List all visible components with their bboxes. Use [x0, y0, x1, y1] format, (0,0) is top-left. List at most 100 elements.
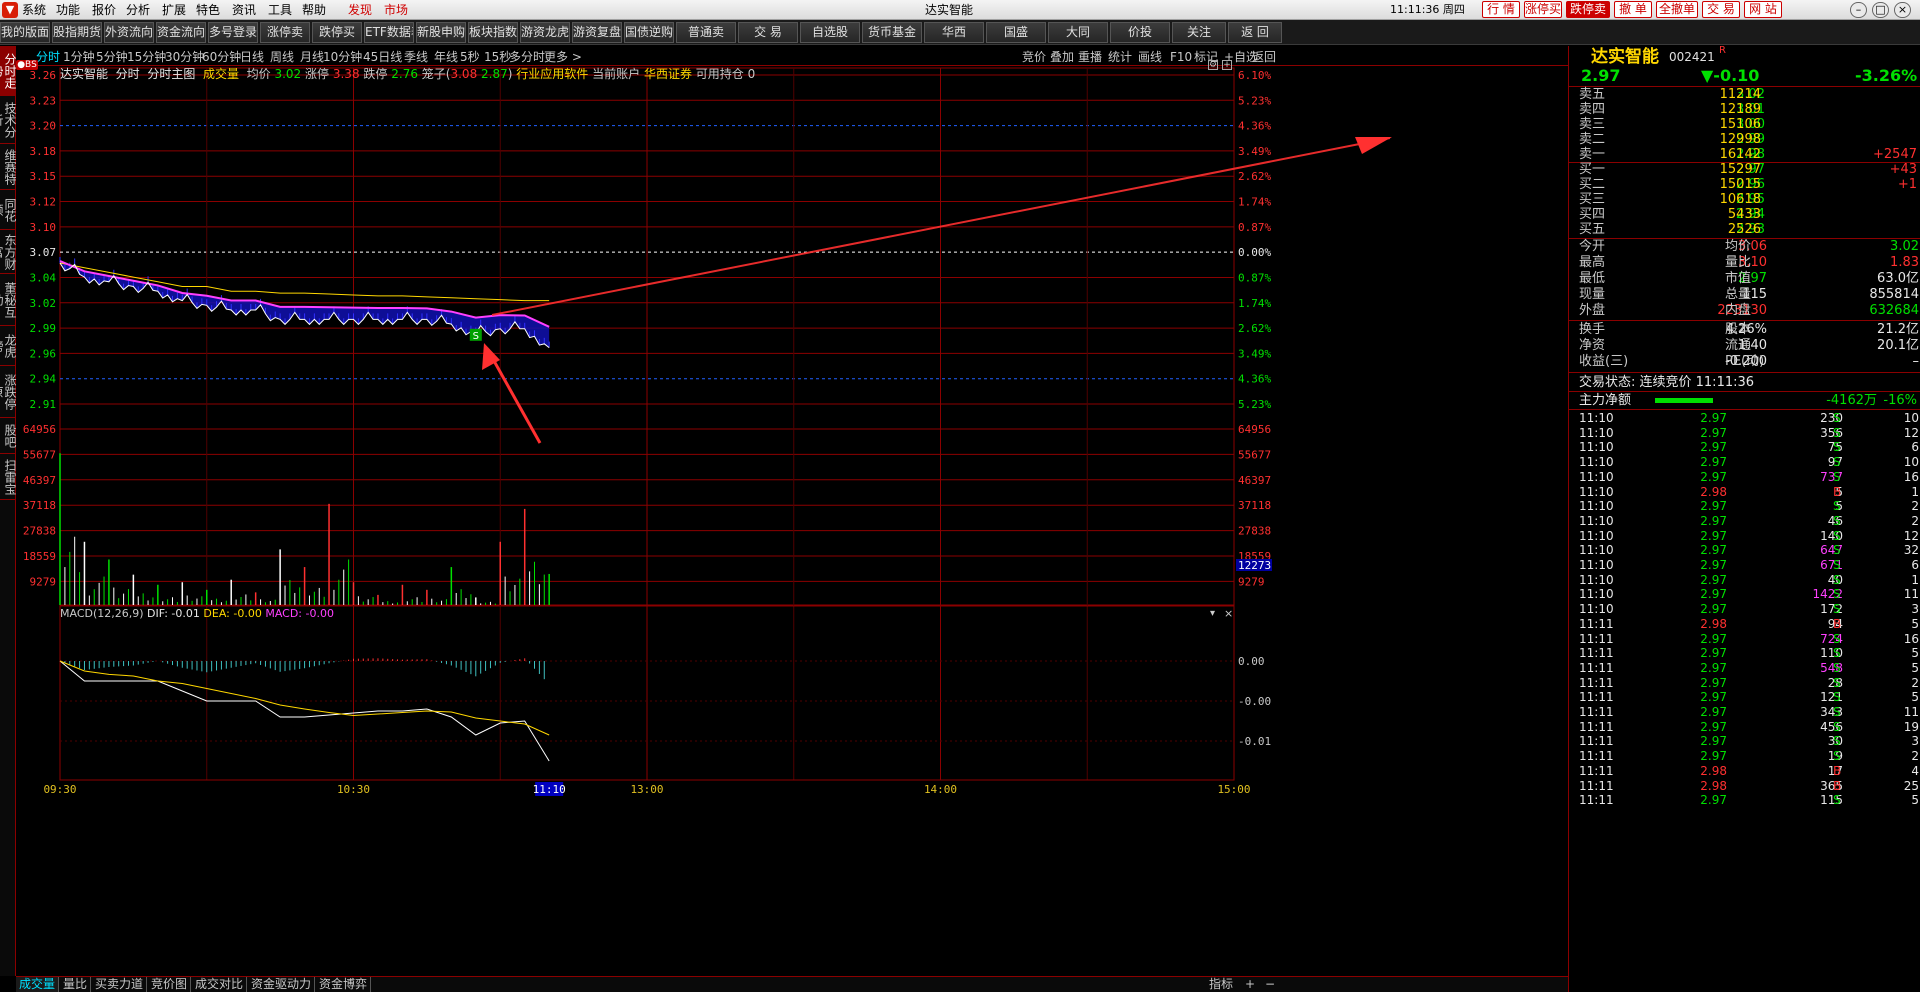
tick-row[interactable]: 11:11 2.97 121 S 5	[1569, 690, 1920, 705]
toolbar-button-12[interactable]: 国债逆购	[624, 22, 674, 43]
quick-button-2[interactable]: 跌停卖	[1566, 1, 1610, 18]
tick-row[interactable]: 11:11 2.97 724 S 16	[1569, 632, 1920, 647]
menu-item-1[interactable]: 功能	[56, 2, 80, 18]
toolbar-button-20[interactable]: 价投	[1110, 22, 1170, 43]
toolbar-button-4[interactable]: 多号登录	[208, 22, 258, 43]
period-tab-6[interactable]: 日线	[240, 50, 264, 64]
quick-button-3[interactable]: 撤 单	[1614, 1, 1652, 18]
minimize-icon[interactable]: –	[1850, 2, 1867, 18]
toolbar-button-5[interactable]: 涨停卖	[260, 22, 310, 43]
period-tab-8[interactable]: 月线	[300, 50, 324, 64]
toolbar-button-10[interactable]: 游资龙虎	[520, 22, 570, 43]
tick-row[interactable]: 11:10 2.97 40 S 1	[1569, 573, 1920, 588]
period-tab-4[interactable]: 30分钟	[165, 50, 204, 64]
period-tab-1[interactable]: 1分钟	[63, 50, 95, 64]
period-tab-5[interactable]: 60分钟	[202, 50, 241, 64]
bottom-tab-2[interactable]: 买卖力道	[92, 977, 148, 992]
tick-row[interactable]: 11:11 2.97 115 S 5	[1569, 793, 1920, 808]
tick-row[interactable]: 11:10 2.97 671 S 6	[1569, 558, 1920, 573]
toolbar-button-16[interactable]: 货币基金	[862, 22, 922, 43]
tick-row[interactable]: 11:11 2.97 30 S 3	[1569, 734, 1920, 749]
toolbar-button-21[interactable]: 关注	[1172, 22, 1226, 43]
expand-icon[interactable]: +	[1222, 60, 1232, 70]
toolbar-button-1[interactable]: 股指期货	[52, 22, 102, 43]
left-tab-8[interactable]: 股吧	[0, 418, 17, 454]
close-icon[interactable]: ×	[1894, 2, 1911, 18]
period-tab-12[interactable]: 年线	[434, 50, 458, 64]
bottom-right-2[interactable]: −	[1262, 977, 1278, 992]
tick-row[interactable]: 11:11 2.97 28 S 2	[1569, 676, 1920, 691]
period-tab-14[interactable]: 15秒	[484, 50, 511, 64]
ask-row[interactable]: 卖二 2.99 12998	[1569, 132, 1920, 147]
left-tab-4[interactable]: 东方财富	[0, 230, 17, 274]
menu-item-6[interactable]: 资讯	[232, 2, 256, 18]
tick-row[interactable]: 11:10 2.97 75 S 6	[1569, 440, 1920, 455]
tick-row[interactable]: 11:11 2.98 365 B 25	[1569, 779, 1920, 794]
tick-row[interactable]: 11:10 2.97 46 S 2	[1569, 514, 1920, 529]
bid-row[interactable]: 买四 2.94 5433	[1569, 207, 1920, 222]
maximize-icon[interactable]: □	[1872, 2, 1889, 18]
stat-row[interactable]: 现量 115 总量 855814	[1569, 287, 1920, 303]
tick-row[interactable]: 11:11 2.97 19 S 2	[1569, 749, 1920, 764]
bottom-right-1[interactable]: +	[1242, 977, 1258, 992]
tick-row[interactable]: 11:10 2.97 356 S 12	[1569, 426, 1920, 441]
left-tab-7[interactable]: 涨跌停原	[0, 366, 17, 418]
settings-icon[interactable]: ⚙	[1208, 60, 1218, 70]
tick-row[interactable]: 11:10 2.97 172 S 3	[1569, 602, 1920, 617]
stat-row[interactable]: 外盘 223130 内盘 632684	[1569, 303, 1920, 319]
left-tab-0[interactable]: 分时走势	[0, 46, 17, 96]
toolbar-button-9[interactable]: 板块指数	[468, 22, 518, 43]
tick-row[interactable]: 11:10 2.97 230 S 10	[1569, 411, 1920, 426]
menu-item-7[interactable]: 工具	[268, 2, 292, 18]
info-vol[interactable]: 成交量	[203, 67, 239, 81]
quick-button-0[interactable]: 行 情	[1482, 1, 1520, 18]
menu-item-3[interactable]: 分析	[126, 2, 150, 18]
period-tab-0[interactable]: 分时	[36, 50, 60, 64]
period-tab-9[interactable]: 10分钟	[323, 50, 362, 64]
bottom-tab-5[interactable]: 资金驱动力	[248, 977, 316, 992]
stat-row[interactable]: 今开 3.06 均价 3.02	[1569, 239, 1920, 255]
period-tool-2[interactable]: 重播	[1078, 50, 1102, 64]
quick-button-4[interactable]: 全撤单	[1656, 1, 1698, 18]
stat2-row[interactable]: 净资 1.40 流通 20.1亿	[1569, 338, 1920, 354]
tick-row[interactable]: 11:11 2.97 110 S 5	[1569, 646, 1920, 661]
main-flow-row[interactable]: 主力净额 -4162万 -16%	[1569, 392, 1920, 409]
stat-row[interactable]: 最高 3.10 量比 1.83	[1569, 255, 1920, 271]
bottom-right-0[interactable]: 指标	[1206, 977, 1236, 992]
bottom-tab-6[interactable]: 资金博弈	[316, 977, 372, 992]
toolbar-button-17[interactable]: 华西	[924, 22, 984, 43]
toolbar-button-14[interactable]: 交 易	[738, 22, 798, 43]
toolbar-button-7[interactable]: ETF数据表	[364, 22, 414, 43]
stat2-row[interactable]: 收益(三) -0.200 PE(动) –	[1569, 354, 1920, 370]
tick-row[interactable]: 11:10 2.97 647 S 32	[1569, 543, 1920, 558]
toolbar-button-11[interactable]: 游资复盘	[572, 22, 622, 43]
ask-row[interactable]: 卖一 2.98 16142 +2547	[1569, 147, 1920, 162]
bid-row[interactable]: 买一 2.97 15297 +43	[1569, 162, 1920, 177]
toolbar-button-18[interactable]: 国盛	[986, 22, 1046, 43]
period-tool-5[interactable]: F10	[1170, 50, 1192, 64]
toolbar-button-8[interactable]: 新股申购	[416, 22, 466, 43]
bs-toggle[interactable]: ●BS	[16, 60, 38, 70]
period-tool-8[interactable]: 返回	[1252, 50, 1276, 64]
quick-button-1[interactable]: 涨停买	[1524, 1, 1562, 18]
ask-row[interactable]: 卖四 3.01 12189	[1569, 102, 1920, 117]
ask-row[interactable]: 卖三 3.00 15106	[1569, 117, 1920, 132]
left-tab-6[interactable]: 龙虎榜	[0, 326, 17, 366]
period-tab-13[interactable]: 5秒	[460, 50, 480, 64]
bid-row[interactable]: 买二 2.96 15015 +1	[1569, 177, 1920, 192]
toolbar-button-2[interactable]: 外资流向	[104, 22, 154, 43]
menu-item-0[interactable]: 系统	[22, 2, 46, 18]
menu-item-8[interactable]: 帮助	[302, 2, 326, 18]
toolbar-button-6[interactable]: 跌停买	[312, 22, 362, 43]
bid-row[interactable]: 买五 2.93 2526	[1569, 222, 1920, 237]
left-tab-3[interactable]: 同花顺	[0, 190, 17, 230]
period-tool-3[interactable]: 统计	[1108, 50, 1132, 64]
tick-row[interactable]: 11:10 2.97 140 S 12	[1569, 529, 1920, 544]
left-tab-2[interactable]: 维赛特	[0, 144, 17, 190]
left-tab-9[interactable]: 扫雷宝	[0, 454, 17, 500]
bottom-tab-0[interactable]: 成交量	[16, 977, 60, 992]
period-tab-16[interactable]: 更多 >	[544, 50, 582, 64]
tick-row[interactable]: 11:11 2.97 548 S 5	[1569, 661, 1920, 676]
toolbar-button-22[interactable]: 返 回	[1228, 22, 1282, 43]
period-tab-10[interactable]: 45日线	[363, 50, 402, 64]
